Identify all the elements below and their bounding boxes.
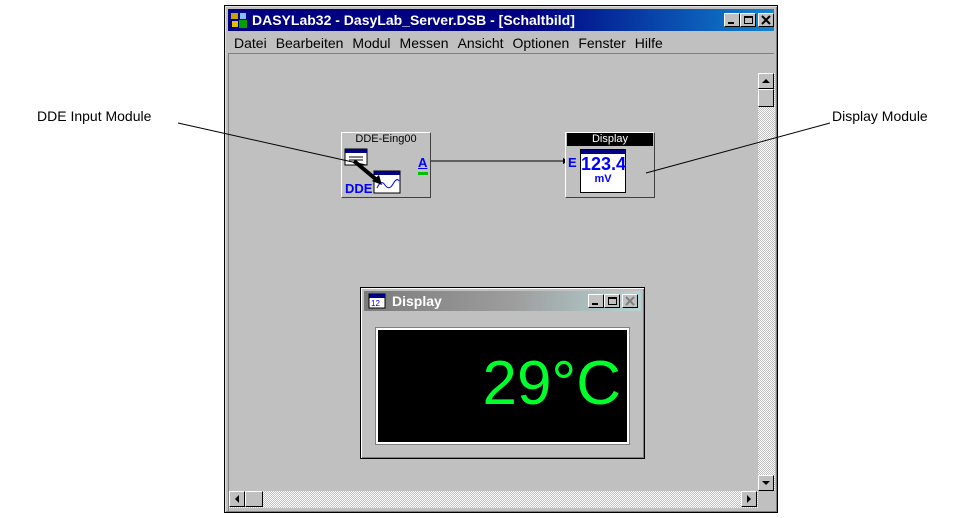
maximize-button[interactable] (740, 13, 756, 27)
vertical-scrollbar[interactable] (758, 73, 775, 491)
menu-modul[interactable]: Modul (352, 35, 390, 51)
scrollbar-corner (758, 491, 775, 508)
temperature-reading: 29°C (482, 349, 621, 418)
dde-output-port[interactable]: A (418, 155, 427, 170)
arrow-down-icon (762, 481, 770, 485)
menu-fenster[interactable]: Fenster (578, 35, 625, 51)
display-window-title: Display (392, 293, 442, 309)
vertical-scroll-thumb[interactable] (758, 89, 774, 107)
main-window: DASYLab32 - DasyLab_Server.DSB - [Schalt… (224, 5, 778, 513)
dde-input-module[interactable]: DDE-Eing00 DDE A (341, 132, 431, 198)
menu-hilfe[interactable]: Hilfe (635, 35, 663, 51)
display-module-icon: 123.4 mV (580, 149, 626, 193)
display-module-value: 123.4 (581, 154, 627, 174)
close-button[interactable] (758, 13, 774, 27)
dasylab-app-icon (231, 13, 247, 28)
display-minimize-button[interactable] (588, 294, 604, 308)
menu-messen[interactable]: Messen (400, 35, 449, 51)
dde-module-title: DDE-Eing00 (355, 133, 417, 145)
display-module[interactable]: Display E 123.4 mV (565, 132, 655, 198)
title-bar[interactable]: DASYLab32 - DasyLab_Server.DSB - [Schalt… (228, 9, 774, 31)
display-input-port[interactable]: E (568, 155, 577, 170)
arrow-left-icon (235, 495, 239, 503)
display-close-button[interactable] (622, 294, 638, 308)
callout-dde-input-module: DDE Input Module (37, 108, 152, 124)
window-title: DASYLab32 - DasyLab_Server.DSB - [Schalt… (252, 12, 575, 28)
menu-bearbeiten[interactable]: Bearbeiten (276, 35, 344, 51)
close-icon (761, 15, 771, 25)
arrow-up-icon (762, 79, 770, 83)
horizontal-scroll-thumb[interactable] (245, 491, 263, 507)
display-screen: 29°C (376, 328, 629, 444)
display-child-window[interactable]: 12 Display 29°C (360, 287, 645, 459)
display-module-unit: mV (594, 173, 612, 185)
callout-display-module: Display Module (832, 108, 928, 124)
close-icon (625, 296, 635, 306)
display-module-title: Display (567, 133, 653, 146)
scroll-right-button[interactable] (741, 491, 757, 507)
display-maximize-button[interactable] (604, 294, 620, 308)
maximize-icon (608, 297, 617, 305)
dde-output-indicator (418, 172, 428, 175)
scroll-left-button[interactable] (229, 491, 245, 507)
horizontal-scrollbar[interactable] (229, 491, 758, 508)
menu-ansicht[interactable]: Ansicht (458, 35, 504, 51)
scroll-down-button[interactable] (758, 475, 774, 491)
worksheet-canvas[interactable]: DDE-Eing00 DDE A Display E 123.4 mV 12 D… (228, 53, 775, 511)
display-window-icon: 12 (368, 293, 386, 309)
menu-bar: Datei Bearbeiten Modul Messen Ansicht Op… (228, 32, 774, 53)
scroll-up-button[interactable] (758, 73, 774, 89)
minimize-icon (592, 303, 598, 305)
svg-text:12: 12 (371, 299, 380, 308)
dde-badge: DDE (345, 181, 373, 196)
arrow-right-icon (747, 495, 751, 503)
connection-wire (431, 158, 569, 164)
minimize-icon (728, 22, 734, 24)
minimize-button[interactable] (724, 13, 740, 27)
maximize-icon (744, 16, 753, 24)
display-window-title-bar[interactable]: 12 Display (364, 291, 641, 311)
menu-optionen[interactable]: Optionen (513, 35, 570, 51)
menu-datei[interactable]: Datei (234, 35, 267, 51)
